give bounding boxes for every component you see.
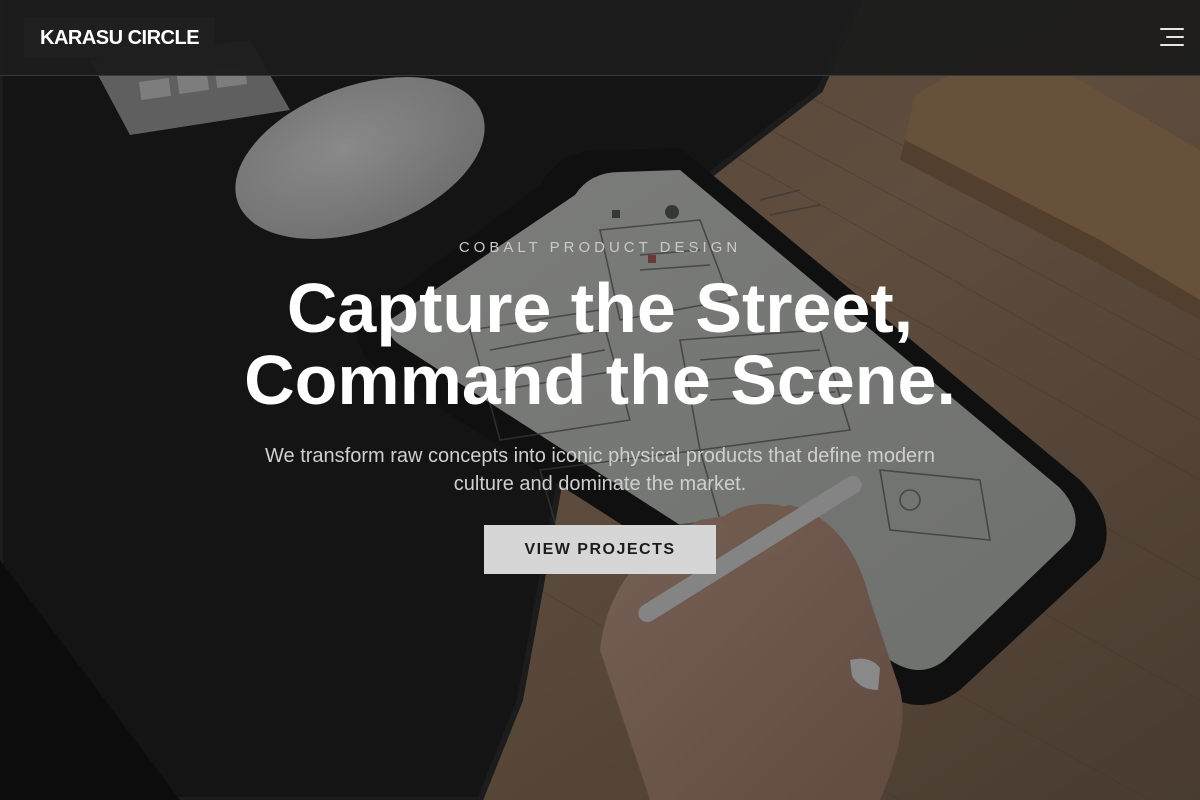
hero-section: KARASU CIRCLE COBALT PRODUCT DESIGN Capt… [0,0,1200,800]
hero-headline-line-2: Command the Scene. [244,341,956,419]
hero-content: COBALT PRODUCT DESIGN Capture the Street… [0,0,1200,800]
hero-headline: Capture the Street, Command the Scene. [0,272,1200,416]
view-projects-button[interactable]: VIEW PROJECTS [484,525,716,574]
hero-headline-line-1: Capture the Street, [286,269,914,347]
hero-subtext: We transform raw concepts into iconic ph… [265,445,935,495]
hero-eyebrow: COBALT PRODUCT DESIGN [458,239,742,256]
